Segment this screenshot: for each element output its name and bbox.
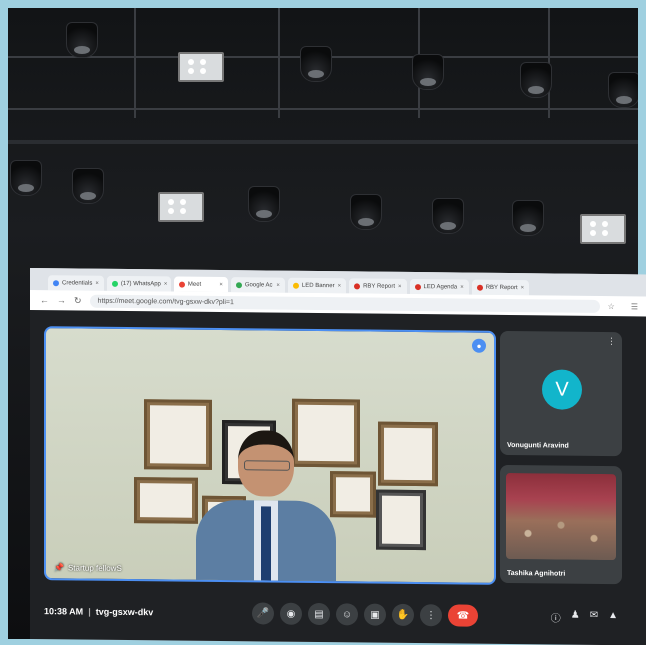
stage-light — [432, 198, 464, 234]
stage-light — [300, 46, 332, 82]
meeting-info: 10:38 AM | tvg-gsxw-dkv — [44, 606, 154, 618]
main-tile-label: 📌 Startup fellowS — [54, 563, 122, 573]
participant-tile[interactable]: Tashika Agnihotri — [500, 464, 622, 585]
tab-label: LED Agenda — [423, 283, 458, 290]
participant-tile[interactable]: ⋮ V Vonugunti Aravind — [500, 330, 622, 457]
participant-video — [506, 472, 616, 561]
stage-light — [10, 160, 42, 196]
tab-favicon-icon — [111, 280, 118, 287]
url-input[interactable]: https://meet.google.com/tvg-gsxw-dkv?pli… — [89, 294, 600, 313]
stage-light — [608, 72, 638, 108]
emoji-icon[interactable]: ☺ — [336, 603, 358, 626]
back-arrow-icon[interactable]: ← — [40, 295, 49, 305]
chat-icon[interactable]: ✉ — [590, 609, 598, 624]
tab-label: LED Banner — [301, 282, 335, 289]
stage-light — [412, 54, 444, 90]
wall-certificate — [134, 477, 198, 524]
close-tab-icon[interactable]: × — [398, 283, 402, 289]
people-icon[interactable]: ♟ — [571, 609, 580, 624]
projection-screen: Credentials × (17) WhatsApp × Meet × Google Ac… — [30, 268, 646, 645]
stage-light — [248, 186, 280, 222]
mic-icon[interactable]: 🎤 — [252, 602, 274, 625]
ceiling-panel-light — [178, 52, 224, 82]
main-video-tile[interactable]: ● 📌 Startup fellowS — [44, 326, 496, 585]
url-text: https://meet.google.com/tvg-gsxw-dkv?pli… — [97, 297, 234, 306]
reload-icon[interactable]: ↻ — [74, 295, 82, 306]
stage-light — [520, 62, 552, 98]
captions-icon[interactable]: ▤ — [308, 602, 330, 626]
tab-favicon-icon — [476, 284, 483, 291]
meeting-time: 10:38 AM — [44, 606, 84, 617]
browser-tab[interactable]: RBY Report × — [471, 279, 530, 296]
tab-label: Credentials — [62, 279, 93, 287]
tab-label: RBY Report — [363, 282, 395, 290]
stage-light — [66, 22, 98, 58]
browser-tab[interactable]: (17) WhatsApp × — [106, 275, 171, 292]
tab-favicon-icon — [414, 283, 421, 290]
tab-favicon-icon — [235, 281, 242, 288]
ceiling-panel-light — [158, 192, 204, 222]
participant-name: Vonugunti Aravind — [507, 441, 569, 450]
tab-favicon-icon — [292, 282, 299, 289]
more-options-icon[interactable]: ⋮ — [420, 604, 442, 627]
close-tab-icon[interactable]: × — [460, 284, 464, 290]
bookmark-star-icon[interactable]: ☆ — [608, 302, 615, 311]
main-tile-name: Startup fellowS — [67, 563, 122, 573]
meet-window: ● 📌 Startup fellowS ⋮ V Vonugunti Aravin… — [30, 310, 646, 645]
browser-tab[interactable]: Credentials × — [48, 275, 104, 291]
tab-favicon-icon — [354, 282, 361, 289]
wall-certificate — [376, 489, 426, 551]
avatar: V — [542, 369, 582, 410]
browser-tab[interactable]: Google Ac × — [230, 277, 285, 293]
info-icon[interactable]: ⓘ — [551, 609, 561, 624]
close-tab-icon[interactable]: × — [338, 283, 342, 289]
wall-portrait — [378, 421, 438, 487]
meeting-code: tvg-gsxw-dkv — [95, 606, 154, 618]
audio-indicator-icon: ● — [472, 338, 486, 353]
close-tab-icon[interactable]: × — [95, 280, 99, 286]
tab-label: Google Ac — [244, 281, 273, 289]
close-tab-icon[interactable]: × — [219, 281, 223, 287]
stage-light — [72, 168, 104, 204]
stage-light — [512, 200, 544, 236]
end-call-icon[interactable]: ☎ — [448, 604, 478, 627]
speaker-video — [196, 430, 336, 582]
wall-certificate — [330, 471, 376, 518]
tab-favicon-icon — [53, 279, 59, 286]
close-tab-icon[interactable]: × — [521, 285, 525, 291]
raise-hand-icon[interactable]: ✋ — [392, 603, 414, 627]
forward-arrow-icon[interactable]: → — [57, 295, 66, 305]
close-tab-icon[interactable]: × — [276, 282, 280, 288]
ceiling-panel-light — [580, 214, 626, 244]
extensions-icon[interactable]: ☰ — [631, 302, 638, 311]
browser-tab[interactable]: RBY Report × — [349, 278, 407, 294]
activities-icon[interactable]: ▲ — [608, 610, 618, 625]
browser-tab[interactable]: LED Agenda × — [409, 278, 469, 295]
tab-label: (17) WhatsApp — [120, 280, 161, 287]
stage-light — [350, 194, 382, 230]
tab-favicon-icon — [178, 281, 185, 288]
browser-tab[interactable]: LED Banner × — [287, 277, 347, 294]
participant-name: Tashika Agnihotri — [507, 569, 566, 578]
pin-icon[interactable]: 📌 — [54, 563, 64, 572]
browser-tab[interactable]: Meet × — [173, 276, 228, 293]
close-tab-icon[interactable]: × — [164, 281, 168, 287]
tab-label: RBY Report — [485, 284, 518, 291]
present-icon[interactable]: ▣ — [364, 603, 386, 626]
more-options-icon[interactable]: ⋮ — [607, 336, 616, 347]
tab-label: Meet — [187, 281, 202, 288]
camera-icon[interactable]: ◉ — [280, 602, 302, 625]
meet-control-bar: 10:38 AM | tvg-gsxw-dkv 🎤 ◉ ▤ ☺ ▣ ✋ ⋮ ☎ ⓘ … — [30, 586, 646, 642]
